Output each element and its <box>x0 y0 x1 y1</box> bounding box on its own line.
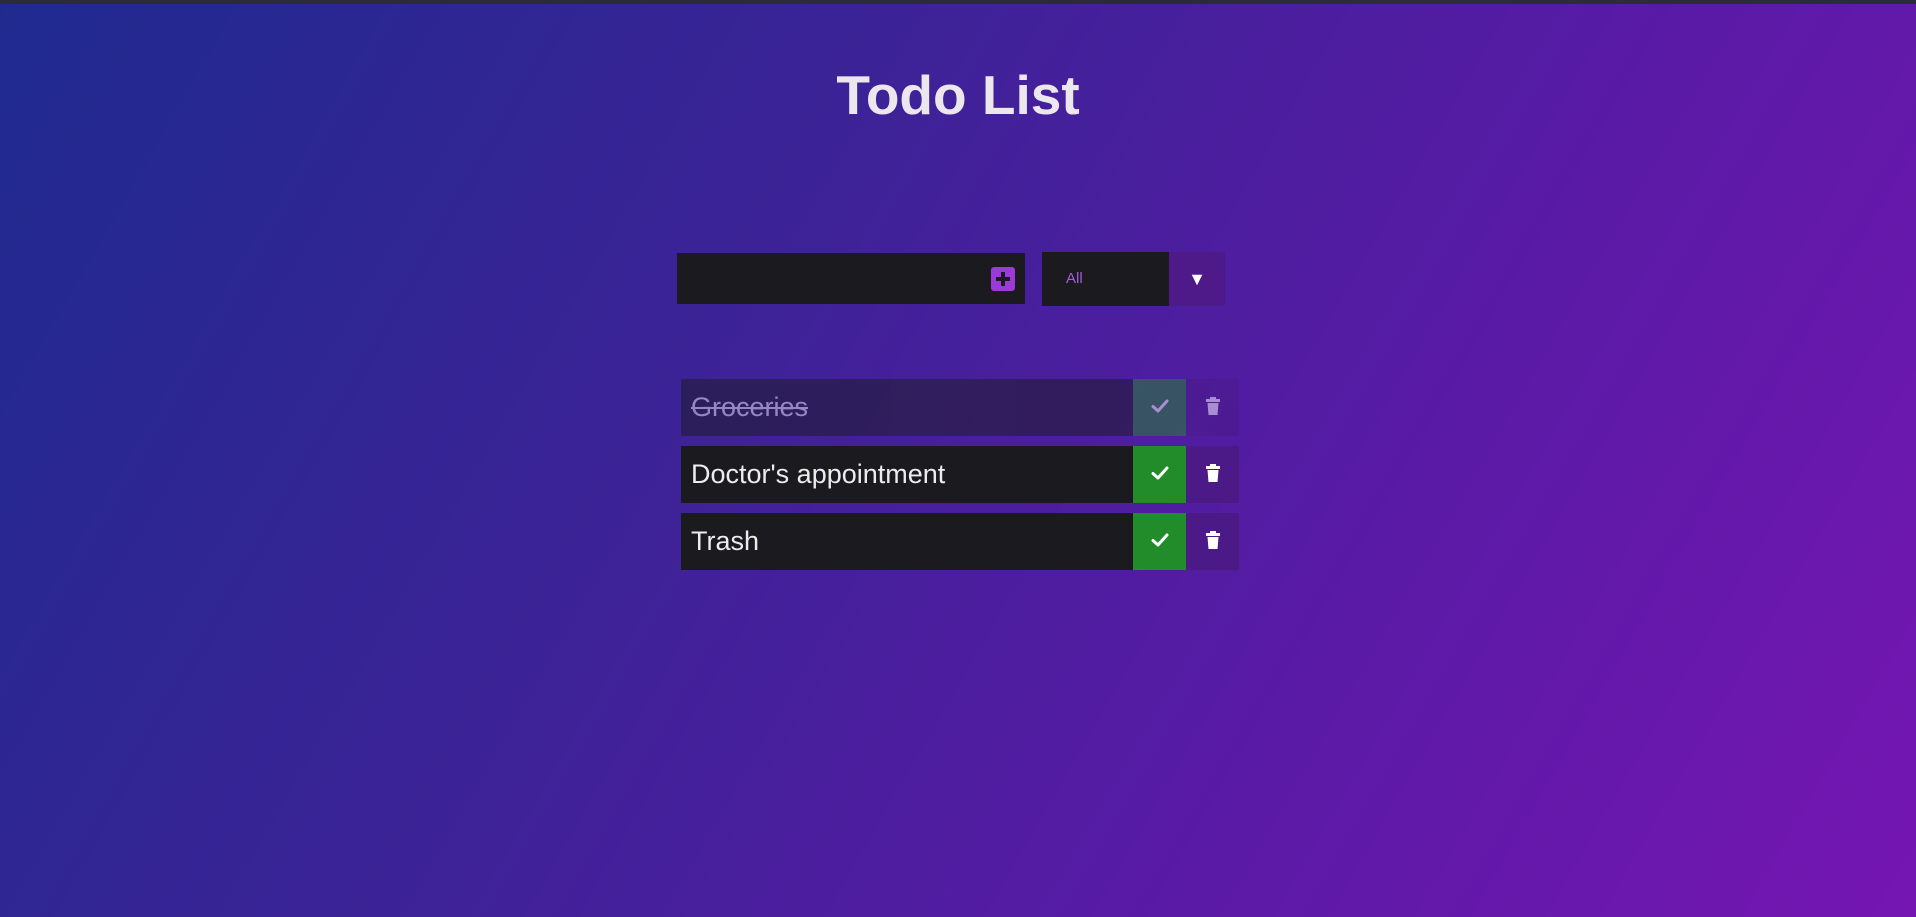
add-todo-button[interactable] <box>991 267 1015 291</box>
trash-button[interactable] <box>1186 446 1239 503</box>
complete-button[interactable] <box>1133 379 1186 436</box>
todo-item: Trash <box>681 513 1239 570</box>
chevron-down-icon[interactable]: ▼ <box>1169 252 1225 306</box>
todo-input[interactable] <box>677 253 1025 304</box>
check-icon <box>1151 397 1169 418</box>
trash-icon <box>1205 531 1221 552</box>
trash-button[interactable] <box>1186 513 1239 570</box>
complete-button[interactable] <box>1133 446 1186 503</box>
complete-button[interactable] <box>1133 513 1186 570</box>
todo-item-text: Groceries <box>681 379 1133 436</box>
todo-item-text: Doctor's appointment <box>681 446 1133 503</box>
filter-selected-value[interactable]: All <box>1042 252 1169 306</box>
window-top-border <box>0 0 1916 4</box>
todo-form: All ▼ <box>677 252 1225 308</box>
trash-button[interactable] <box>1186 379 1239 436</box>
todo-item: Doctor's appointment <box>681 446 1239 503</box>
check-icon <box>1151 464 1169 485</box>
todo-item: Groceries <box>681 379 1239 436</box>
page-title: Todo List <box>836 64 1080 126</box>
todo-item-text: Trash <box>681 513 1133 570</box>
filter-select[interactable]: All ▼ <box>1042 252 1225 306</box>
trash-icon <box>1205 464 1221 485</box>
plus-square-icon <box>991 267 1015 291</box>
check-icon <box>1151 531 1169 552</box>
todo-list: Groceries Doctor's appointment Trash <box>681 379 1239 580</box>
trash-icon <box>1205 397 1221 418</box>
